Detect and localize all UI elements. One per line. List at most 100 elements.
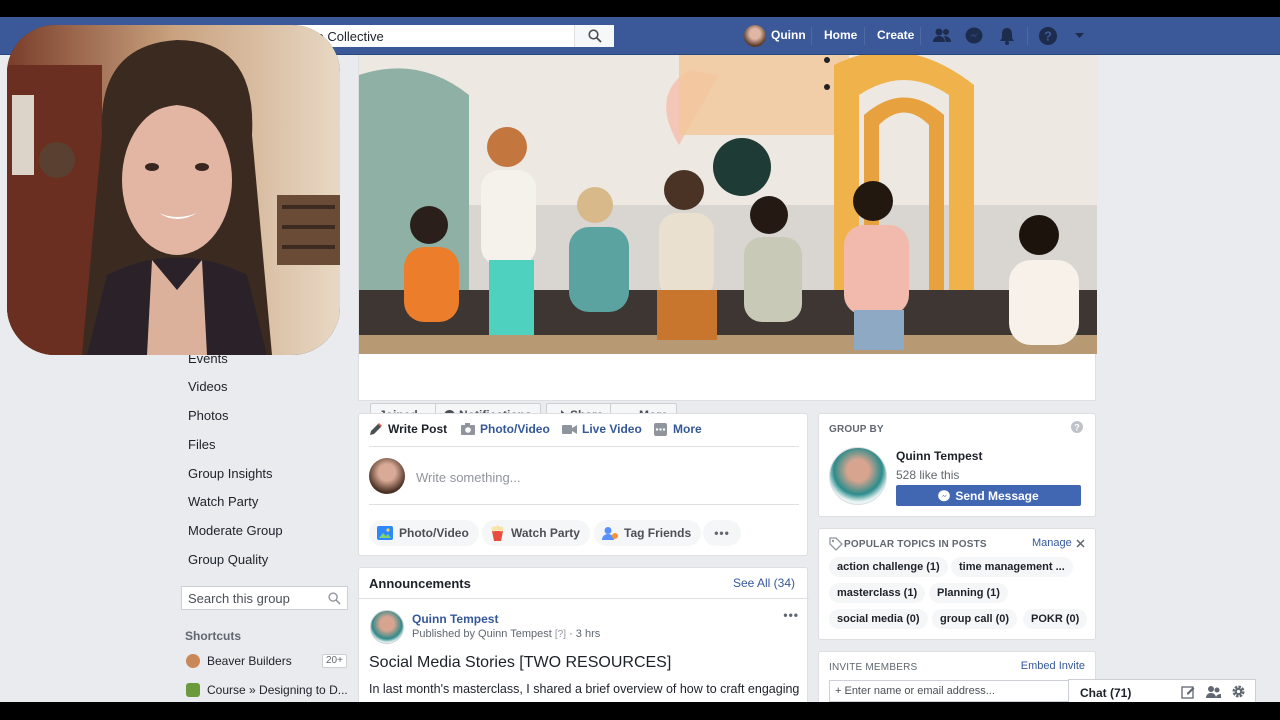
composer-tag-friends-button[interactable]: Tag Friends	[594, 520, 702, 546]
new-message-icon[interactable]	[1181, 685, 1195, 699]
composer-more-options-button[interactable]: •••	[703, 520, 741, 546]
group-cover-card: Joined Notifications Share ··· More	[358, 55, 1097, 427]
shortcut-label: Course » Designing to D...	[207, 683, 348, 697]
topic-chip[interactable]: time management ...	[951, 557, 1073, 577]
shortcuts-heading: Shortcuts	[185, 629, 242, 643]
more-options-icon	[654, 422, 667, 436]
tab-live-video[interactable]: Live Video	[562, 422, 642, 436]
post-options-icon[interactable]: •••	[783, 608, 799, 622]
topic-chip[interactable]: Planning (1)	[929, 583, 1008, 603]
pill-label: Photo/Video	[399, 526, 469, 540]
search-icon	[587, 29, 602, 43]
tab-photo-video[interactable]: Photo/Video	[461, 422, 550, 436]
group-owner-avatar[interactable]	[829, 447, 887, 505]
post-body-text: In last month's masterclass, I shared a …	[369, 682, 800, 696]
group-cover-photo[interactable]	[359, 55, 1097, 354]
topic-chip[interactable]: action challenge (1)	[829, 557, 948, 577]
composer-photo-video-button[interactable]: Photo/Video	[369, 520, 479, 546]
topic-chip[interactable]: masterclass (1)	[829, 583, 926, 603]
send-message-label: Send Message	[955, 488, 1039, 503]
group-by-heading: GROUP BY	[829, 424, 884, 435]
topic-chip[interactable]: social media (0)	[829, 609, 928, 629]
left-nav-group-insights[interactable]: Group Insights	[188, 466, 273, 481]
popular-topics-card: POPULAR TOPICS IN POSTS Manage action ch…	[818, 528, 1096, 640]
send-message-button[interactable]: Send Message	[896, 485, 1081, 506]
announcements-card: Announcements See All (34) Quinn Tempest…	[358, 567, 809, 702]
search-icon	[328, 592, 341, 605]
tag-icon	[829, 537, 843, 551]
pill-label: Watch Party	[511, 526, 580, 540]
chat-bar[interactable]: Chat (71)	[1068, 679, 1256, 702]
group-owner-name[interactable]: Quinn Tempest	[896, 449, 982, 463]
photo-icon	[377, 526, 393, 540]
composer-input[interactable]: Write something...	[416, 470, 521, 485]
post-timestamp[interactable]: · 3 hrs	[569, 628, 600, 640]
invite-members-card: INVITE MEMBERS Embed Invite + Enter name…	[818, 651, 1096, 702]
invite-input-placeholder: + Enter name or email address...	[835, 685, 995, 697]
friend-requests-icon[interactable]	[932, 26, 952, 46]
pill-label: Tag Friends	[624, 526, 692, 540]
browser-viewport: urpose Collective Quinn Home Create ? Ev…	[0, 17, 1280, 702]
popcorn-icon	[491, 525, 504, 541]
post-composer-card: Write Post Photo/Video Live Video More W…	[358, 413, 808, 556]
chat-label[interactable]: Chat (71)	[1080, 686, 1131, 700]
svg-text:?: ?	[1074, 423, 1080, 433]
group-owner-likes: 528 like this	[896, 468, 960, 482]
plant-group-icon	[186, 683, 200, 697]
help-icon[interactable]: ?	[1038, 26, 1058, 46]
announcements-title: Announcements	[369, 576, 471, 591]
tab-label: Live Video	[582, 422, 642, 436]
invite-input[interactable]: + Enter name or email address...	[829, 680, 1069, 702]
nav-divider	[1027, 27, 1028, 45]
search-button[interactable]	[574, 25, 614, 47]
post-title[interactable]: Social Media Stories [TWO RESOURCES]	[369, 654, 671, 672]
left-nav-photos[interactable]: Photos	[188, 408, 228, 423]
shortcut-item[interactable]: Beaver Builders	[186, 654, 292, 668]
tab-label: More	[673, 422, 702, 436]
video-camera-icon	[562, 424, 577, 434]
left-nav-watch-party[interactable]: Watch Party	[188, 494, 258, 509]
embed-invite-link[interactable]: Embed Invite	[1021, 660, 1085, 672]
tab-more[interactable]: More	[654, 422, 702, 436]
nav-divider	[811, 27, 812, 45]
see-all-link[interactable]: See All (34)	[733, 576, 795, 590]
user-avatar[interactable]	[744, 25, 766, 47]
webcam-overlay	[7, 25, 340, 355]
messenger-icon[interactable]	[964, 26, 984, 46]
beaver-group-icon	[186, 654, 200, 668]
group-search-field[interactable]	[181, 586, 348, 610]
account-menu-chevron-icon[interactable]	[1074, 32, 1085, 40]
ellipsis-icon: •••	[714, 526, 730, 540]
nav-home-link[interactable]: Home	[824, 28, 857, 42]
tab-label: Write Post	[388, 422, 448, 436]
divider	[359, 598, 809, 599]
author-avatar[interactable]	[370, 610, 404, 644]
post-meta: Published by Quinn Tempest [?] · 3 hrs	[412, 628, 600, 640]
left-nav-videos[interactable]: Videos	[188, 379, 228, 394]
topic-chip[interactable]: POKR (0)	[1023, 609, 1088, 629]
group-search-input[interactable]	[188, 591, 318, 606]
close-icon[interactable]	[1076, 539, 1085, 548]
tab-write-post[interactable]: Write Post	[369, 422, 447, 436]
composer-watch-party-button[interactable]: Watch Party	[482, 520, 590, 546]
nav-divider	[920, 27, 921, 45]
divider	[369, 504, 799, 505]
create-group-chat-icon[interactable]	[1206, 685, 1221, 699]
shortcut-label: Beaver Builders	[207, 654, 292, 668]
topic-chip[interactable]: group call (0)	[932, 609, 1018, 629]
notifications-bell-icon[interactable]	[997, 26, 1017, 46]
shortcut-item[interactable]: Course » Designing to D...	[186, 683, 348, 697]
gear-icon[interactable]	[1231, 684, 1246, 699]
left-nav-moderate-group[interactable]: Moderate Group	[188, 523, 283, 538]
shortcut-count-badge: 20+	[322, 654, 347, 668]
left-nav-group-quality[interactable]: Group Quality	[188, 552, 268, 567]
pencil-icon	[370, 423, 382, 435]
manage-topics-link[interactable]: Manage	[1032, 537, 1072, 549]
post-author-link[interactable]: Quinn Tempest	[412, 612, 498, 626]
nav-profile-link[interactable]: Quinn	[771, 28, 806, 42]
nav-create-link[interactable]: Create	[877, 28, 914, 42]
invite-members-heading: INVITE MEMBERS	[829, 662, 918, 673]
left-nav-files[interactable]: Files	[188, 437, 215, 452]
divider	[369, 446, 799, 447]
help-icon[interactable]: ?	[1071, 421, 1083, 433]
